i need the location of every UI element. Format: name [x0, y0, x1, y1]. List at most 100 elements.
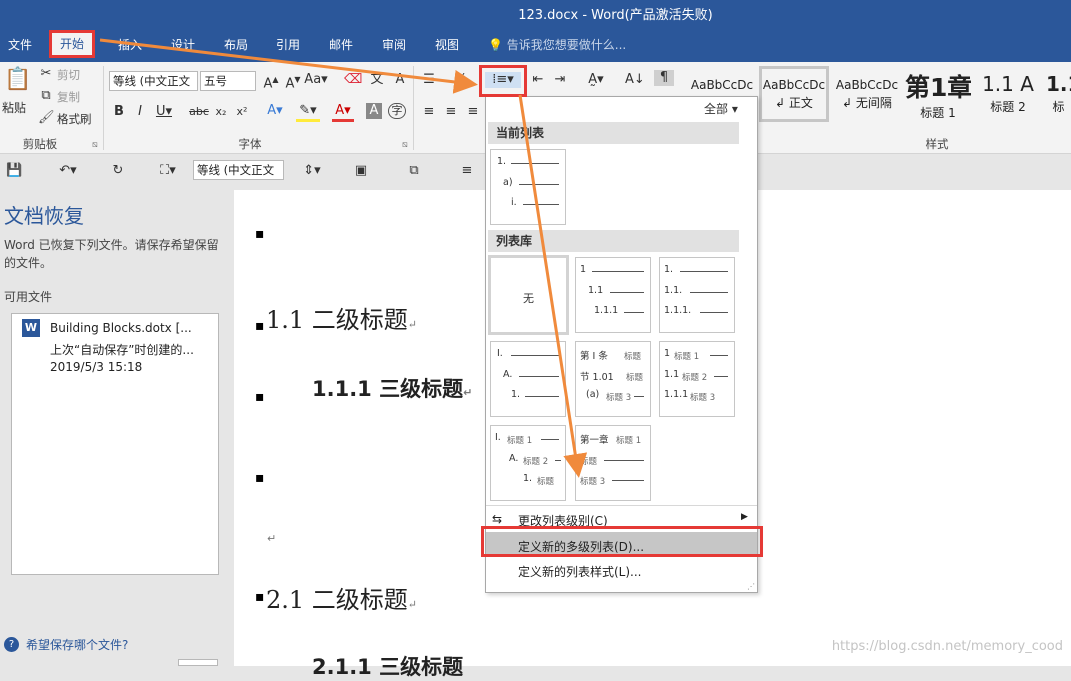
font-name-dropdown[interactable]: 等线 (中文正文	[109, 71, 198, 91]
grow-font-icon[interactable]: A▲	[262, 72, 280, 92]
bullets-icon[interactable]: ☰	[420, 72, 438, 88]
character-shading-icon[interactable]: A	[366, 103, 382, 119]
style-no-spacing[interactable]: AaBbCcDc ↲ 无间隔	[833, 66, 901, 122]
style-name: ↲ 无间隔	[842, 96, 892, 110]
paragraph-spacing-icon[interactable]: ⇕▾	[298, 163, 326, 179]
center-icon[interactable]: ≡	[442, 104, 460, 120]
tab-layout[interactable]: 布局	[216, 34, 256, 56]
style-heading-2[interactable]: 1.1 A 标题 2	[974, 66, 1042, 122]
watermark: https://blog.csdn.net/memory_cood	[831, 639, 1063, 654]
shrink-font-icon[interactable]: A▼	[284, 72, 302, 92]
heading-2[interactable]: 2.1 二级标题↵	[266, 580, 417, 615]
tab-references[interactable]: 引用	[268, 34, 308, 56]
list-library-option[interactable]: I. A. 1.	[490, 341, 566, 417]
list-library-option[interactable]: 第 I 条标题 节 1.01 标题 (a) 标题 3	[575, 341, 651, 417]
style-preview-text: 1.1	[1046, 72, 1071, 96]
font-size-dropdown[interactable]: 五号	[200, 71, 256, 91]
recovery-title: 文档恢复	[4, 204, 84, 228]
current-list-header: 当前列表	[488, 122, 739, 144]
tab-file[interactable]: 文件	[0, 34, 40, 56]
style-heading-1[interactable]: 第1章 标题 1	[905, 66, 971, 122]
recovery-description: Word 已恢复下列文件。请保存希望保留的文件。	[4, 238, 219, 270]
subscript-icon[interactable]: x₂	[213, 104, 229, 120]
save-icon[interactable]: 💾	[6, 163, 22, 179]
all-filter-dropdown[interactable]: 全部 ▾	[704, 100, 738, 117]
bold-icon[interactable]: B	[112, 104, 126, 120]
resize-grip-icon[interactable]: ⋰	[747, 582, 755, 591]
style-name: 标	[1052, 100, 1065, 114]
clipboard-group-label: 剪贴板	[22, 137, 58, 151]
heading-3[interactable]: 2.1.1 三级标题	[312, 651, 463, 681]
recovery-help-link[interactable]: 希望保存哪个文件?	[26, 636, 128, 653]
tab-mailings[interactable]: 邮件	[321, 34, 361, 56]
phonetic-guide-icon[interactable]: 文	[368, 72, 386, 88]
numbering-icon[interactable]: ⅓	[452, 72, 470, 88]
style-heading-3[interactable]: 1.1 标	[1046, 66, 1071, 122]
word-file-icon: W	[22, 319, 40, 337]
undo-icon[interactable]: ↶▾	[55, 163, 81, 179]
tab-insert[interactable]: 插入	[110, 34, 150, 56]
character-border-icon[interactable]: A	[391, 72, 409, 88]
list-bullet: ▪	[255, 470, 265, 486]
change-case-icon[interactable]: Aa▾	[304, 72, 328, 88]
list-library-option[interactable]: 1 标题 1 1.1 标题 2 1.1.1 标题 3	[659, 341, 735, 417]
font-color-icon[interactable]: A▾	[332, 103, 354, 122]
style-body[interactable]: AaBbCcDc ↲ 正文	[759, 66, 829, 122]
help-icon: ?	[4, 637, 19, 652]
superscript-icon[interactable]: x²	[234, 104, 250, 120]
underline-icon[interactable]: U▾	[155, 104, 173, 120]
text-effects-icon[interactable]: A▾	[264, 103, 286, 119]
tab-review[interactable]: 审阅	[374, 34, 414, 56]
style-preview-text: AaBbCcDc	[835, 78, 899, 92]
copy-button[interactable]: 复制	[57, 89, 80, 105]
strikethrough-icon[interactable]: abc	[188, 104, 210, 120]
style-name: ↲ 正文	[775, 96, 813, 110]
list-none-option[interactable]: 无	[488, 255, 569, 335]
clear-format-icon[interactable]: ⌫	[344, 72, 362, 88]
tell-me-search[interactable]: 💡 告诉我您想要做什么...	[488, 34, 626, 56]
list-library-option[interactable]: 1. 1.1. 1.1.1.	[659, 257, 735, 333]
tab-design[interactable]: 设计	[163, 34, 203, 56]
sort-icon[interactable]: A↓	[625, 72, 645, 88]
highlight-outline-define-new	[481, 526, 763, 557]
available-files-label: 可用文件	[4, 290, 53, 304]
format-painter-button[interactable]: 格式刷	[57, 111, 92, 127]
italic-icon[interactable]: I	[133, 104, 147, 120]
textbox-icon[interactable]: ▣	[353, 163, 369, 179]
dialog-launcher-icon[interactable]: ⧅	[402, 140, 408, 150]
qat-font-dropdown[interactable]: 等线 (中文正文	[193, 160, 284, 180]
define-new-list-style-item[interactable]: 定义新的列表样式(L)...	[518, 563, 642, 580]
highlight-color-icon[interactable]: ✎▾	[296, 103, 320, 122]
tab-home[interactable]: 开始	[49, 30, 96, 58]
heading-2[interactable]: 1.1 二级标题↵	[266, 300, 417, 335]
current-list-thumbnail[interactable]: 1. a) i.	[490, 149, 566, 225]
style-name: 标题 2	[990, 100, 1026, 114]
list-library-option[interactable]: 1 1.1 1.1.1	[575, 257, 651, 333]
align-icon[interactable]: ≡	[458, 163, 476, 179]
list-library-header: 列表库	[488, 230, 739, 252]
dialog-launcher-icon[interactable]: ⧅	[92, 140, 98, 150]
font-group-label: 字体	[238, 137, 262, 151]
touch-mode-icon[interactable]: ⛶▾	[155, 163, 181, 179]
styles-group-label: 样式	[925, 137, 949, 151]
paste-button[interactable]: 粘贴	[2, 99, 26, 116]
group-separator	[413, 66, 414, 150]
chinese-layout-icon[interactable]: A̰▾	[584, 72, 608, 88]
paste-icon[interactable]: 📋	[4, 66, 31, 96]
cut-button[interactable]: 剪切	[57, 67, 80, 83]
increase-indent-icon[interactable]: ⇥	[551, 72, 569, 88]
align-right-icon[interactable]: ≡	[464, 104, 482, 120]
tab-view[interactable]: 视图	[427, 34, 467, 56]
show-formatting-icon[interactable]: ¶	[654, 70, 674, 86]
decrease-indent-icon[interactable]: ⇤	[529, 72, 547, 88]
layout-icon[interactable]: ⧉	[405, 163, 423, 179]
heading-3[interactable]: 1.1.1 三级标题↵	[312, 373, 472, 403]
close-recovery-button[interactable]	[178, 659, 218, 666]
tell-me-text: 告诉我您想要做什么...	[506, 38, 627, 52]
list-library-option[interactable]: I. 标题 1 A. 标题 2 1. 标题	[490, 425, 566, 501]
redo-icon[interactable]: ↻	[110, 163, 126, 179]
list-library-option[interactable]: 第一章 标题 1 标题 标题 3	[575, 425, 651, 501]
style-preview-text: 1.1 A	[982, 72, 1034, 96]
align-left-icon[interactable]: ≡	[420, 104, 438, 120]
enclose-character-icon[interactable]: 字	[388, 103, 406, 119]
